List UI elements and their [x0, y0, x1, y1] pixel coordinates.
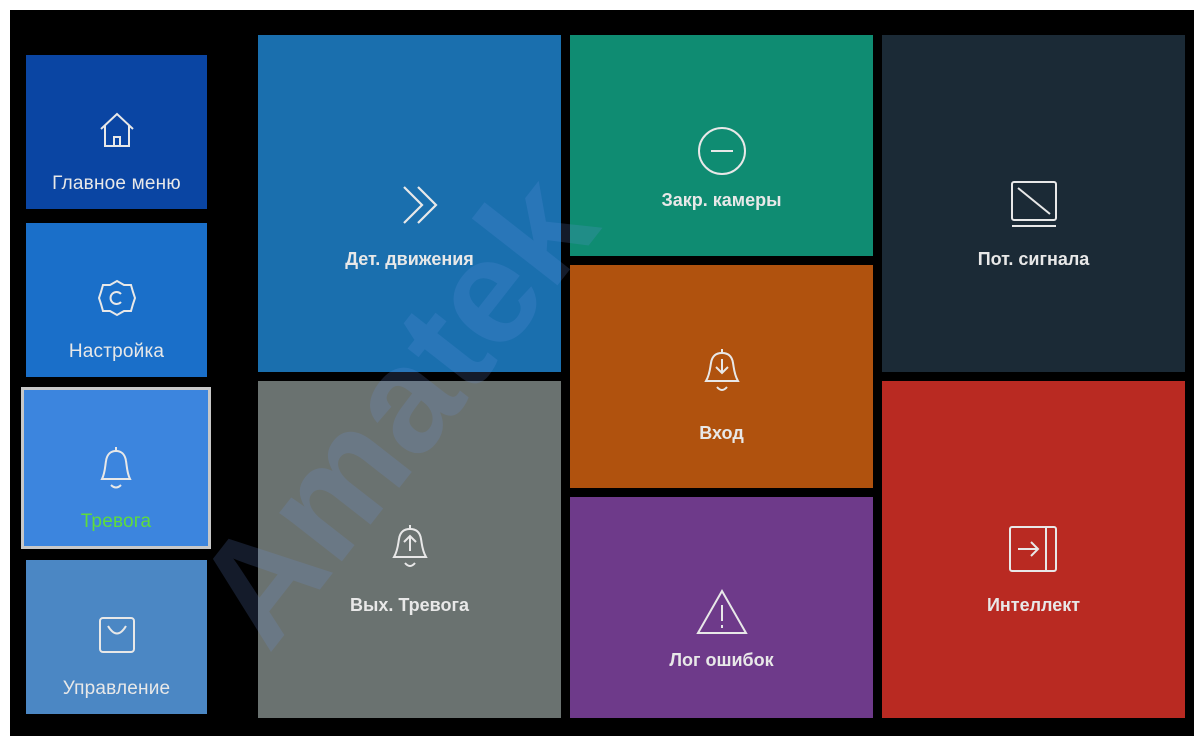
tile-camera-tamper[interactable]: Закр. камеры — [570, 35, 873, 256]
alarm-menu: Главное меню Настройка Тревога Управлени… — [10, 10, 1194, 736]
tile-label: Интеллект — [986, 595, 1081, 615]
sidebar-item-alarm[interactable]: Тревога — [21, 387, 211, 549]
sidebar-item-settings[interactable]: Настройка — [26, 223, 207, 377]
warning-icon — [694, 587, 750, 637]
dvr-screen: Главное меню Настройка Тревога Управлени… — [0, 0, 1196, 736]
tile-error-log[interactable]: Лог ошибок — [570, 497, 873, 718]
sidebar-item-label: Управление — [62, 678, 171, 699]
minus-circle-icon — [696, 125, 748, 177]
tile-label: Пот. сигнала — [977, 249, 1090, 269]
sidebar-item-management[interactable]: Управление — [26, 560, 207, 714]
bell-out-icon — [388, 523, 432, 571]
gear-icon — [97, 278, 137, 318]
sidebar-item-label: Настройка — [68, 341, 165, 362]
sidebar-item-main-menu[interactable]: Главное меню — [26, 55, 207, 209]
double-chevron-icon — [398, 183, 442, 227]
home-icon — [97, 110, 137, 150]
bell-in-icon — [700, 347, 744, 395]
bell-icon — [96, 445, 136, 491]
tile-label: Закр. камеры — [661, 190, 782, 210]
no-signal-icon — [1006, 178, 1062, 230]
bag-icon — [97, 615, 137, 655]
tile-label: Вход — [699, 423, 744, 443]
enter-icon — [1006, 523, 1062, 575]
tile-alarm-output[interactable]: Вых. Тревога — [258, 381, 561, 718]
sidebar-item-label: Тревога — [80, 511, 152, 532]
tile-intelligent[interactable]: Интеллект — [882, 381, 1185, 718]
tile-alarm-input[interactable]: Вход — [570, 265, 873, 488]
tile-motion-detect[interactable]: Дет. движения — [258, 35, 561, 372]
tile-label: Дет. движения — [345, 249, 474, 269]
sidebar-item-label: Главное меню — [52, 173, 181, 194]
tile-label: Лог ошибок — [669, 650, 774, 670]
tile-label: Вых. Тревога — [349, 595, 470, 615]
tile-video-loss[interactable]: Пот. сигнала — [882, 35, 1185, 372]
